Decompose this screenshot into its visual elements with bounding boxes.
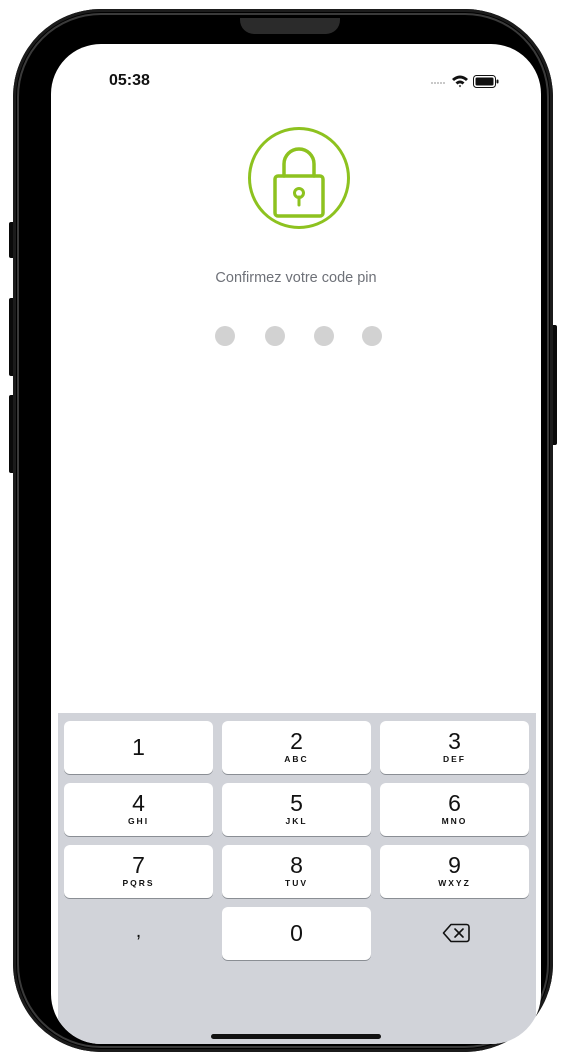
- numeric-keypad: 1 2 ABC 3 DEF 4 GHI 5 JKL 6 MNO 7 PQRS 8…: [58, 713, 536, 1044]
- key-digit: 6: [448, 790, 461, 816]
- pin-indicator: [215, 326, 385, 346]
- key-digit: 0: [290, 920, 303, 946]
- key-1[interactable]: 1: [64, 721, 213, 774]
- key-9[interactable]: 9 WXYZ: [380, 845, 529, 898]
- signal-dots-icon: [431, 82, 445, 84]
- key-letters: MNO: [441, 816, 468, 826]
- wifi-icon: [452, 75, 468, 88]
- status-time: 05:38: [109, 72, 150, 89]
- key-digit: 1: [132, 734, 145, 760]
- key-digit: 7: [132, 852, 145, 878]
- key-4[interactable]: 4 GHI: [64, 783, 213, 836]
- key-letters: TUV: [285, 878, 308, 888]
- key-2[interactable]: 2 ABC: [222, 721, 371, 774]
- key-6[interactable]: 6 MNO: [380, 783, 529, 836]
- phone-frame: 05:38 Confirmez votre code pin 1 2 ABC 3…: [13, 9, 553, 1052]
- key-digit: 3: [448, 728, 461, 754]
- key-digit: 9: [448, 852, 461, 878]
- status-icons: [423, 74, 503, 88]
- key-3[interactable]: 3 DEF: [380, 721, 529, 774]
- backspace-button[interactable]: [380, 907, 529, 960]
- lock-icon: [248, 127, 350, 229]
- key-digit: 5: [290, 790, 303, 816]
- pin-prompt: Confirmez votre code pin: [215, 270, 377, 286]
- key-letters: ABC: [284, 754, 309, 764]
- pin-dot: [265, 326, 285, 346]
- pin-dot: [314, 326, 334, 346]
- key-digit: 8: [290, 852, 303, 878]
- key-letters: DEF: [443, 754, 466, 764]
- key-letters: JKL: [285, 816, 308, 826]
- key-0[interactable]: 0: [222, 907, 371, 960]
- key-8[interactable]: 8 TUV: [222, 845, 371, 898]
- battery-icon: [473, 75, 499, 88]
- key-letters: GHI: [127, 816, 150, 826]
- backspace-icon: [442, 923, 470, 943]
- phone-screen: 05:38 Confirmez votre code pin 1 2 ABC 3…: [51, 44, 541, 1044]
- key-comma[interactable]: ,: [64, 907, 213, 960]
- speaker-notch: [240, 18, 340, 34]
- key-letters: WXYZ: [438, 878, 471, 888]
- home-indicator[interactable]: [211, 1034, 381, 1039]
- key-digit: 2: [290, 728, 303, 754]
- key-letters: PQRS: [122, 878, 155, 888]
- key-7[interactable]: 7 PQRS: [64, 845, 213, 898]
- key-5[interactable]: 5 JKL: [222, 783, 371, 836]
- pin-dot: [362, 326, 382, 346]
- key-comma-label: ,: [135, 920, 142, 942]
- key-digit: 4: [132, 790, 145, 816]
- pin-dot: [215, 326, 235, 346]
